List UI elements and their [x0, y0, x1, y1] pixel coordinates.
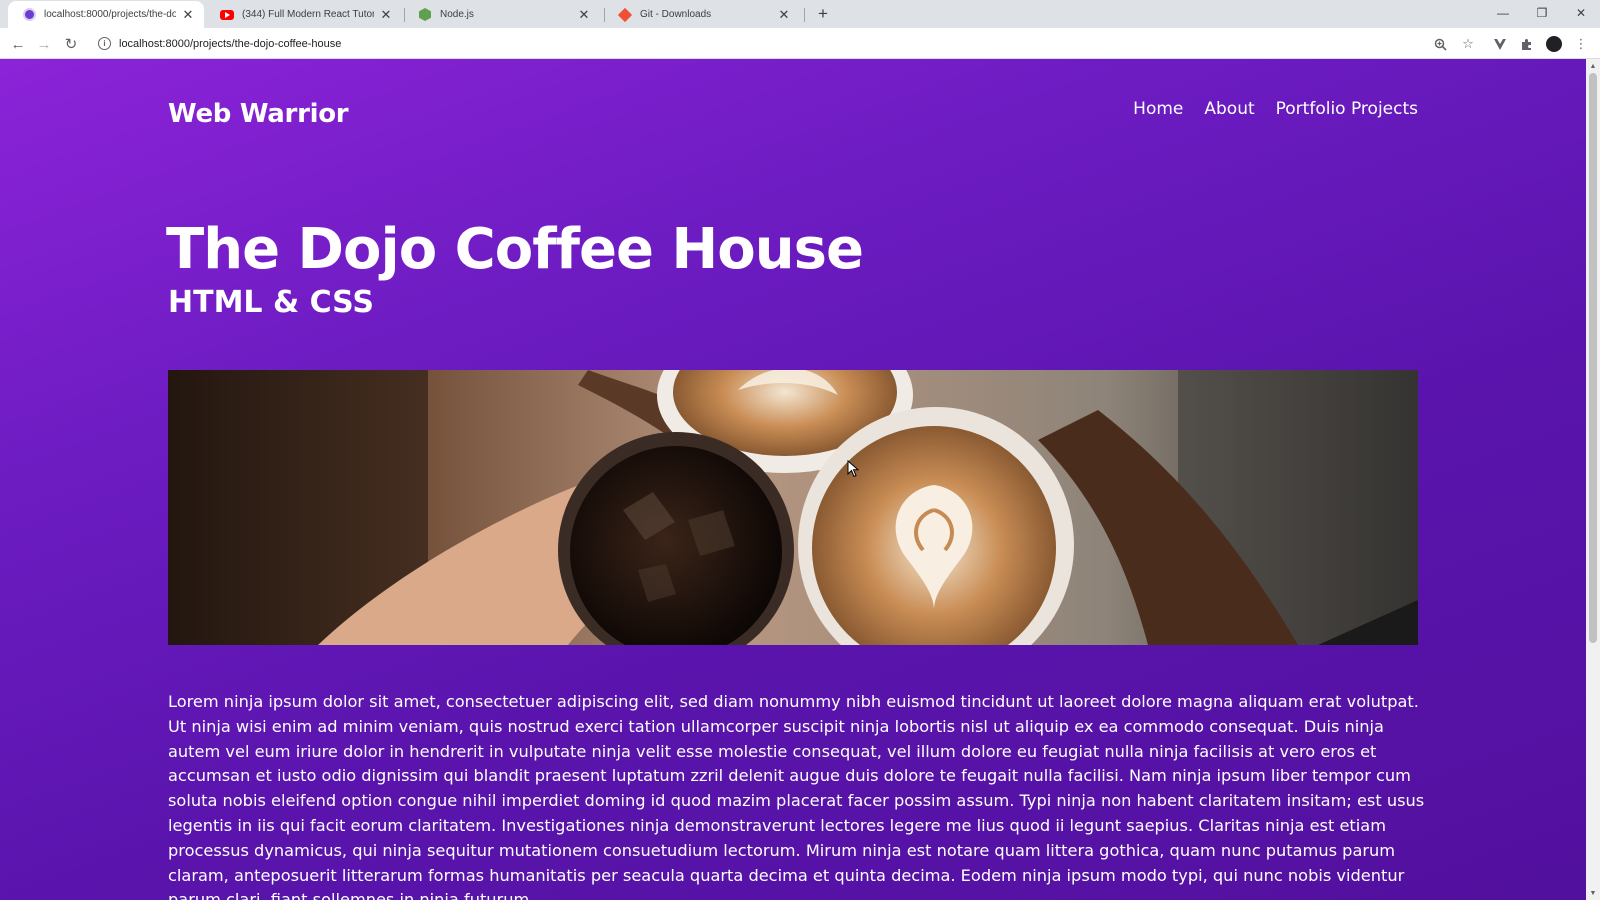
bookmark-star-icon[interactable]: ☆ [1459, 35, 1477, 53]
nav-about-link[interactable]: About [1204, 99, 1254, 119]
project-description: Lorem ninja ipsum dolor sit amet, consec… [168, 692, 1425, 900]
mouse-cursor-icon [847, 460, 859, 478]
tab-localhost[interactable]: localhost:8000/projects/the-dojo ✕ [8, 1, 204, 28]
extensions-puzzle-icon[interactable] [1518, 35, 1536, 53]
youtube-icon [220, 8, 234, 22]
new-tab-icon[interactable]: + [813, 4, 833, 24]
nav-home-link[interactable]: Home [1133, 99, 1183, 119]
site-logo[interactable]: Web Warrior [168, 99, 349, 129]
forward-icon[interactable]: → [33, 33, 55, 55]
extension-vue-icon[interactable] [1491, 35, 1509, 53]
tab-title: Node.js [440, 9, 474, 20]
reload-icon[interactable]: ↻ [60, 33, 82, 55]
tab-git[interactable]: Git - Downloads ✕ [604, 1, 800, 28]
tab-separator [804, 8, 805, 22]
site-nav: Home About Portfolio Projects [1133, 99, 1418, 119]
scroll-up-icon[interactable]: ▲ [1586, 59, 1600, 73]
tab-title: Git - Downloads [640, 9, 712, 20]
page-scrollbar[interactable]: ▲ ▼ [1586, 59, 1600, 900]
info-icon[interactable]: i [98, 37, 111, 50]
browser-tab-strip: localhost:8000/projects/the-dojo ✕ (344)… [0, 0, 1600, 28]
menu-kebab-icon[interactable]: ⋮ [1572, 35, 1590, 53]
back-icon[interactable]: ← [7, 33, 29, 55]
minimize-icon[interactable]: — [1488, 2, 1518, 24]
tab-youtube[interactable]: (344) Full Modern React Tutorial ✕ [206, 1, 402, 28]
page-subtitle: HTML & CSS [168, 285, 375, 320]
nodejs-icon [418, 8, 432, 22]
window-close-icon[interactable]: ✕ [1566, 2, 1596, 24]
site-favicon-icon [22, 8, 36, 22]
tab-title: localhost:8000/projects/the-dojo [44, 9, 176, 20]
git-icon [617, 7, 633, 22]
page-title: The Dojo Coffee House [166, 217, 864, 282]
hero-image [168, 370, 1418, 645]
nav-portfolio-projects-link[interactable]: Portfolio Projects [1276, 99, 1418, 119]
zoom-icon[interactable] [1431, 35, 1449, 53]
url-text[interactable]: localhost:8000/projects/the-dojo-coffee-… [119, 38, 341, 50]
tab-title: (344) Full Modern React Tutorial [242, 9, 374, 20]
scroll-down-icon[interactable]: ▼ [1586, 886, 1600, 900]
browser-toolbar: ← → ↻ i localhost:8000/projects/the-dojo… [0, 28, 1600, 59]
profile-avatar-icon[interactable] [1545, 35, 1563, 53]
coffee-photo-illustration [168, 370, 1418, 645]
page-viewport: Web Warrior Home About Portfolio Project… [0, 59, 1586, 900]
close-icon[interactable]: ✕ [776, 7, 792, 23]
tab-nodejs[interactable]: Node.js ✕ [404, 1, 600, 28]
scrollbar-thumb[interactable] [1589, 73, 1597, 643]
close-icon[interactable]: ✕ [180, 7, 196, 23]
address-bar[interactable]: i localhost:8000/projects/the-dojo-coffe… [92, 32, 1472, 55]
restore-icon[interactable]: ❐ [1527, 2, 1557, 24]
close-icon[interactable]: ✕ [378, 7, 394, 23]
close-icon[interactable]: ✕ [576, 7, 592, 23]
